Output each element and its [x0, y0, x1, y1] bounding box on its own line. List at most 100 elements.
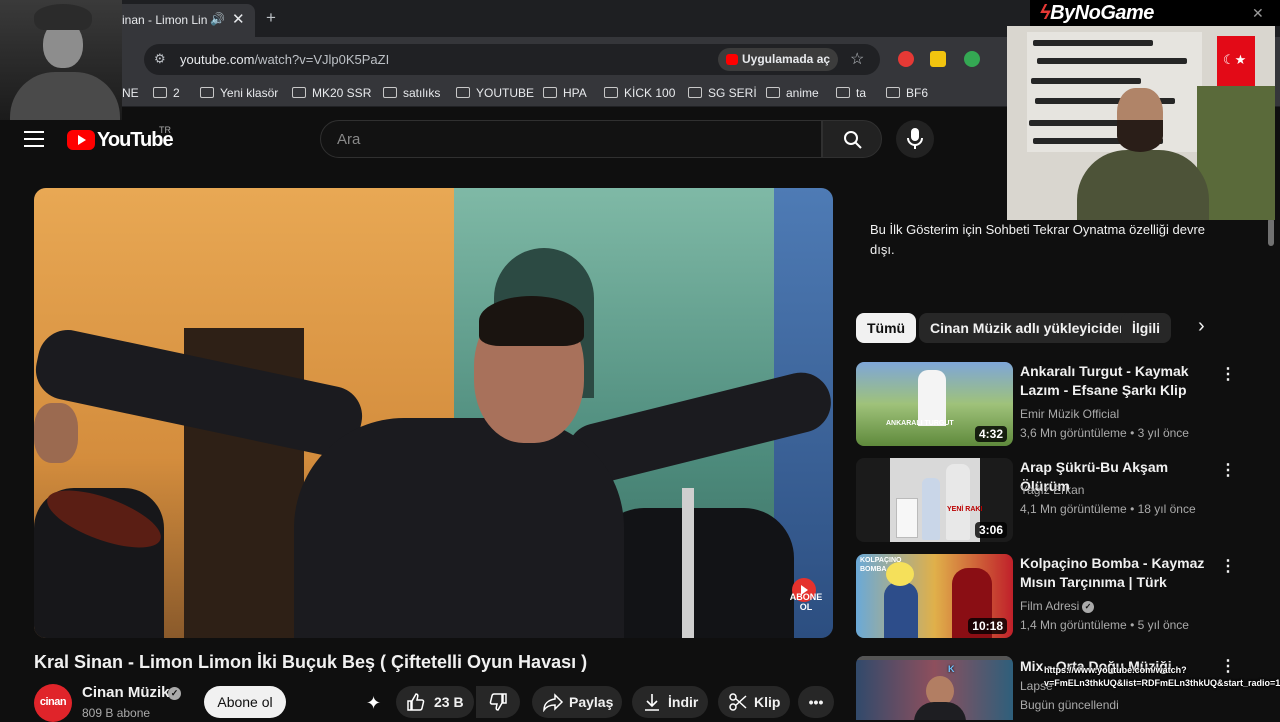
recommendation-title[interactable]: Ankaralı Turgut - Kaymak Lazım - Efsane …	[1020, 362, 1220, 400]
recommendation-channel[interactable]: Yağız Erkan	[1020, 483, 1084, 497]
address-bar[interactable]: ⚙ youtube.com/watch?v=VJlp0K5PaZI Uygula…	[144, 44, 880, 75]
video-duration: 4:32	[974, 426, 1007, 442]
video-title: Kral Sinan - Limon Limon İki Buçuk Beş (…	[34, 652, 588, 672]
video-player[interactable]: ABONE OL	[34, 188, 833, 638]
extension-yellow-icon[interactable]	[930, 51, 946, 67]
microphone-icon	[907, 128, 923, 149]
subscribe-button[interactable]: Abone ol	[204, 686, 286, 718]
folder-icon	[200, 87, 214, 98]
thumbs-down-icon	[489, 693, 507, 711]
mix-thumbnail[interactable]	[856, 656, 1013, 720]
bookmark-folder[interactable]: ta	[836, 86, 866, 100]
like-count: 23 B	[434, 694, 464, 710]
bookmark-folder[interactable]: SG SERİ	[688, 86, 757, 100]
extension-red-icon[interactable]	[898, 51, 914, 67]
channel-avatar[interactable]: cinan	[34, 684, 72, 722]
more-vert-icon[interactable]: ⋮	[1220, 556, 1236, 576]
share-label: Paylaş	[569, 694, 614, 710]
recommendation-channel[interactable]: Emir Müzik Official	[1020, 407, 1119, 421]
search-input[interactable]: Ara	[320, 120, 822, 158]
webcam-overlay	[1007, 26, 1275, 220]
browser-tab[interactable]: inan - Limon Lin 🔊 ✕	[110, 4, 255, 37]
voice-search-button[interactable]	[896, 120, 934, 158]
country-code: TR	[159, 125, 171, 135]
url-text[interactable]: youtube.com/watch?v=VJlp0K5PaZI	[180, 52, 389, 67]
bookmark-folder[interactable]: BF6	[886, 86, 928, 100]
bookmark-folder[interactable]: YOUTUBE	[456, 86, 534, 100]
tab-audio-icon[interactable]: 🔊	[210, 12, 225, 26]
subscribe-watermark[interactable]: ABONE OL	[786, 578, 822, 618]
chat-replay-notice: Bu İlk Gösterim için Sohbeti Tekrar Oyna…	[870, 222, 1206, 257]
scissors-icon	[729, 693, 747, 711]
avatar-text: cinan	[39, 696, 67, 708]
more-icon: •••	[808, 694, 824, 710]
new-tab-icon[interactable]: +	[266, 8, 276, 28]
folder-icon	[543, 87, 557, 98]
recommendation-item[interactable]: YENİ RAKI 3:06 Arap Şükrü-Bu Akşam Ölürü…	[856, 458, 1266, 544]
tab-close-icon[interactable]: ✕	[232, 10, 245, 28]
verified-icon: ✓	[1082, 601, 1094, 613]
search-placeholder: Ara	[337, 131, 361, 148]
video-thumbnail[interactable]: ANKARALI TURGUT 4:32	[856, 362, 1013, 446]
search-button[interactable]	[822, 120, 882, 158]
download-icon	[645, 694, 659, 711]
recommendation-channel[interactable]: Film Adresi	[1020, 599, 1079, 613]
recommendation-item[interactable]: ANKARALI TURGUT 4:32 Ankaralı Turgut - K…	[856, 362, 1266, 448]
bookmark-folder[interactable]: anime	[766, 86, 819, 100]
chat-message-url: https://www.youtube.com/watch?v=FmELn3th…	[1044, 665, 1280, 688]
bookmark-folder[interactable]: MK20 SSR	[292, 86, 371, 100]
watermark-text: ABONE OL	[789, 592, 823, 612]
grammarly-icon[interactable]	[964, 51, 980, 67]
bookmark-folder[interactable]: Yeni klasör	[200, 86, 278, 100]
youtube-logo[interactable]: YouTube TR	[67, 125, 174, 151]
like-button[interactable]: 23 B	[396, 686, 474, 718]
folder-icon	[292, 87, 306, 98]
portrait-overlay	[0, 0, 122, 120]
video-duration: 10:18	[968, 618, 1007, 634]
open-in-app-button[interactable]: Uygulamada aç	[718, 48, 839, 71]
bookmark-folder[interactable]: 2	[153, 86, 180, 100]
chip-from-uploader[interactable]: Cinan Müzik adlı yükleyiciden	[919, 313, 1139, 343]
chip-related[interactable]: İlgili	[1121, 313, 1171, 343]
bookmark-folder[interactable]: KİCK 100	[604, 86, 675, 100]
scrollbar[interactable]	[1268, 218, 1274, 246]
folder-icon	[383, 87, 397, 98]
recommendation-item[interactable]: KOLPAÇINO BOMBA 10:18 Kolpaçino Bomba - …	[856, 554, 1266, 640]
share-button[interactable]: Paylaş	[532, 686, 622, 718]
chevron-right-icon[interactable]: ›	[1198, 315, 1205, 338]
video-duration: 3:06	[974, 522, 1007, 538]
download-button[interactable]: İndir	[632, 686, 708, 718]
dislike-button[interactable]	[476, 686, 520, 718]
channel-name[interactable]: Cinan Müzik	[82, 684, 170, 701]
url-host: youtube.com	[180, 52, 255, 67]
verified-icon: ✓	[168, 687, 181, 700]
video-thumbnail[interactable]: KOLPAÇINO BOMBA 10:18	[856, 554, 1013, 638]
clip-button[interactable]: Klip	[718, 686, 790, 718]
recommendation-title[interactable]: Kolpaçino Bomba - Kaymaz Mısın Tarçınıma…	[1020, 554, 1220, 594]
chip-all[interactable]: Tümü	[856, 313, 917, 343]
ask-ai-icon[interactable]: ✦	[366, 693, 381, 714]
more-actions-button[interactable]: •••	[798, 686, 834, 718]
folder-icon	[688, 87, 702, 98]
hamburger-menu-icon[interactable]	[24, 131, 44, 147]
site-info-icon[interactable]: ⚙	[154, 51, 166, 67]
url-path: /watch?v=VJlp0K5PaZI	[254, 52, 390, 67]
brand-logo: ϟByNoGame	[1040, 2, 1154, 24]
brand-mark-icon: ϟ	[1040, 2, 1051, 24]
window-close-icon[interactable]: ✕	[1252, 5, 1264, 22]
bookmark-item[interactable]: NE	[122, 86, 139, 100]
folder-icon	[604, 87, 618, 98]
folder-icon	[153, 87, 167, 98]
thumbs-up-icon	[407, 693, 425, 711]
share-icon	[543, 693, 564, 712]
recommendation-meta: Bugün güncellendi	[1020, 698, 1119, 712]
more-vert-icon[interactable]: ⋮	[1220, 364, 1236, 384]
folder-icon	[456, 87, 470, 98]
clip-label: Klip	[754, 694, 781, 710]
bookmark-folder[interactable]: HPA	[543, 86, 587, 100]
more-vert-icon[interactable]: ⋮	[1220, 460, 1236, 480]
bookmark-star-icon[interactable]: ☆	[850, 49, 864, 69]
bookmark-folder[interactable]: satılıks	[383, 86, 440, 100]
video-thumbnail[interactable]: YENİ RAKI 3:06	[856, 458, 1013, 542]
youtube-play-icon	[67, 130, 95, 150]
